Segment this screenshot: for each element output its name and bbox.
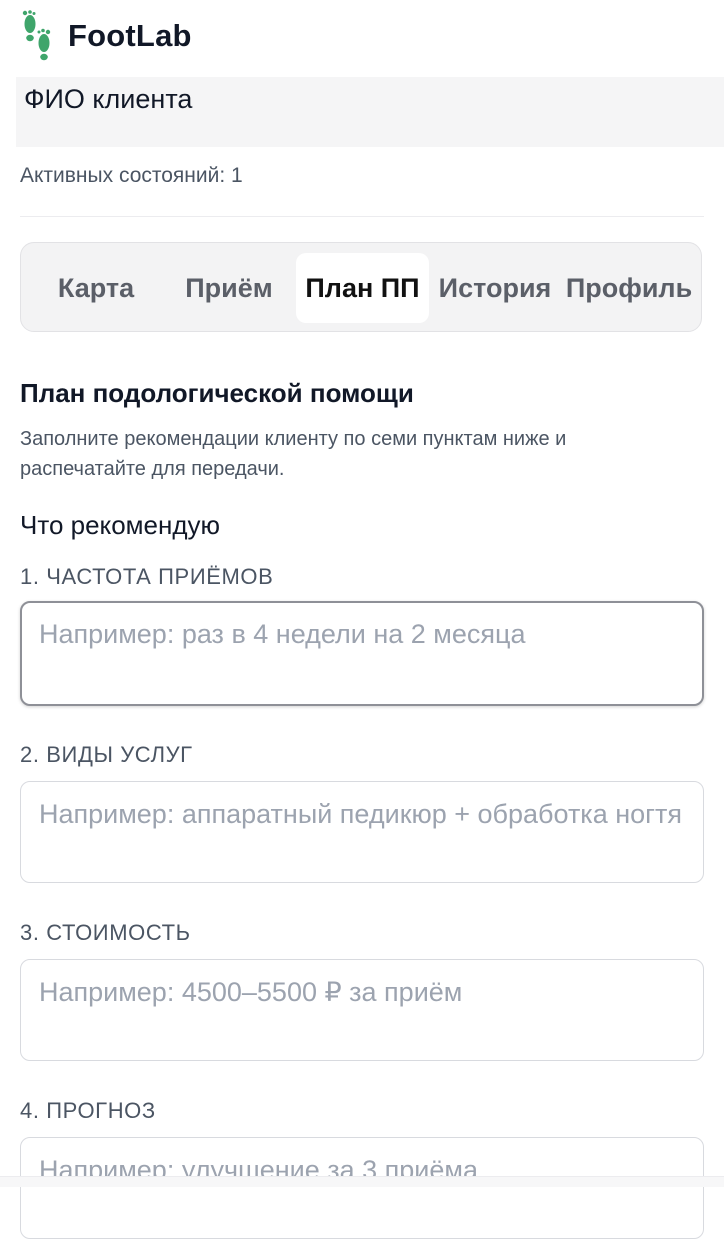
services-label: 2. ВИДЫ УСЛУГ	[20, 742, 193, 767]
tab-appointment[interactable]: Приём	[167, 253, 291, 323]
frequency-label: 1. ЧАСТОТА ПРИЁМОВ	[20, 564, 274, 589]
prognosis-input[interactable]	[20, 1137, 704, 1239]
active-states-count: Активных состояний: 1	[20, 164, 243, 187]
tab-card[interactable]: Карта	[31, 253, 161, 323]
client-name-field[interactable]: ФИО клиента	[16, 77, 724, 147]
client-name-text[interactable]: ФИО клиента	[24, 84, 192, 115]
frequency-input[interactable]	[20, 601, 704, 706]
cost-label: 3. СТОИМОСТЬ	[20, 920, 191, 945]
tab-plan-pp[interactable]: План ПП	[296, 253, 429, 323]
recommendations-heading: Что рекомендую	[20, 510, 221, 540]
cost-input[interactable]	[20, 959, 704, 1061]
divider	[20, 216, 704, 217]
bottom-bar	[0, 1176, 724, 1187]
section-description: Заполните рекомендации клиенту по семи п…	[20, 428, 567, 480]
footprints-icon	[22, 10, 51, 61]
tab-profile[interactable]: Профиль	[561, 253, 697, 323]
prognosis-label: 4. ПРОГНОЗ	[20, 1098, 156, 1123]
app-header: FootLab	[0, 0, 724, 76]
tab-bar: Карта Приём План ПП История Профиль	[20, 242, 702, 332]
app-title: FootLab	[68, 18, 192, 53]
tab-history[interactable]: История	[433, 253, 557, 323]
services-input[interactable]	[20, 781, 704, 883]
section-title: План подологической помощи	[20, 378, 414, 408]
